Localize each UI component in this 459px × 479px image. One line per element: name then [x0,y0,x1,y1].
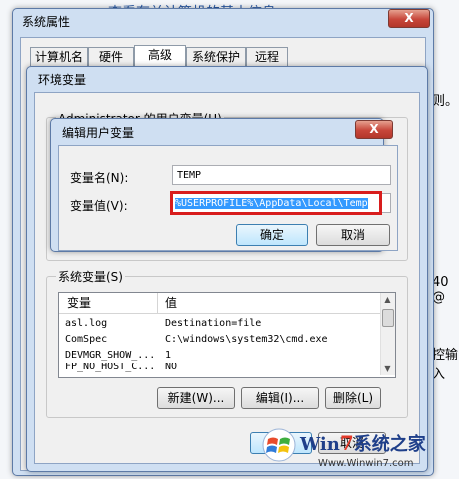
variable-name-label: 变量名(N): [70,171,129,185]
table-row[interactable]: FP_NO_HOST_C... NO [59,363,380,375]
table-row[interactable]: DEVMGR_SHOW_... 1 [59,349,380,363]
variable-name-input[interactable]: TEMP [172,165,391,185]
column-header-variable[interactable]: 变量 [67,293,91,313]
edit-cancel-button[interactable]: 取消 [316,224,390,246]
watermark-brand: Win7系统之家 [300,430,426,456]
environment-variables-title: 环境变量 [38,73,87,87]
edit-system-variable-button[interactable]: 编辑(I)... [241,387,319,409]
close-icon: X [404,11,414,25]
windows-logo-icon [262,428,296,462]
row-value: NO [165,363,178,372]
row-name: asl.log [65,318,108,329]
watermark-url: Www.Winwin7.com [318,458,414,469]
edit-dialog-title: 编辑用户变量 [62,126,135,140]
row-value: C:\windows\system32\cmd.exe [165,334,328,345]
system-variables-list[interactable]: 变量 值 asl.log Destination=file ComSpec C:… [58,292,396,378]
background-side-text: 则。 [432,94,459,109]
list-header: 变量 值 [59,293,380,314]
watermark-brand-digit: 7 [339,431,354,455]
row-value: Destination=file [165,318,262,329]
background-side-text: 40 @ [432,275,449,305]
row-name: ComSpec [65,334,108,345]
row-name: FP_NO_HOST_C... [65,363,156,372]
system-properties-title: 系统属性 [22,15,71,29]
column-header-value[interactable]: 值 [165,293,177,313]
list-scrollbar[interactable]: ▲ ▼ [380,293,395,375]
highlight-box [170,191,382,215]
row-value: 1 [165,350,172,361]
table-row[interactable]: asl.log Destination=file [59,317,380,331]
watermark-brand-a: Win [300,434,340,455]
close-icon: X [369,122,379,136]
scroll-down-icon[interactable]: ▼ [381,362,394,375]
watermark-brand-b: 系统之家 [353,434,426,455]
tab-advanced[interactable]: 高级 [134,45,186,66]
edit-dialog-close-button[interactable]: X [355,120,393,139]
tab-computer-name[interactable]: 计算机名 [30,47,88,66]
new-system-variable-button[interactable]: 新建(W)... [157,387,235,409]
background-side-text: 控输入 [432,348,459,382]
scroll-thumb[interactable] [382,309,394,327]
row-name: DEVMGR_SHOW_... [65,350,156,361]
tab-remote[interactable]: 远程 [246,47,288,66]
scroll-up-icon[interactable]: ▲ [381,293,394,306]
system-properties-close-button[interactable]: X [388,9,430,28]
edit-ok-button[interactable]: 确定 [236,224,308,246]
system-variables-label: 系统变量(S) [56,268,125,285]
column-divider[interactable] [157,293,158,313]
tab-hardware[interactable]: 硬件 [88,47,134,66]
tab-system-protection[interactable]: 系统保护 [186,47,246,66]
table-row[interactable]: ComSpec C:\windows\system32\cmd.exe [59,333,380,347]
delete-system-variable-button[interactable]: 删除(L) [325,387,381,409]
variable-value-label: 变量值(V): [70,199,128,213]
